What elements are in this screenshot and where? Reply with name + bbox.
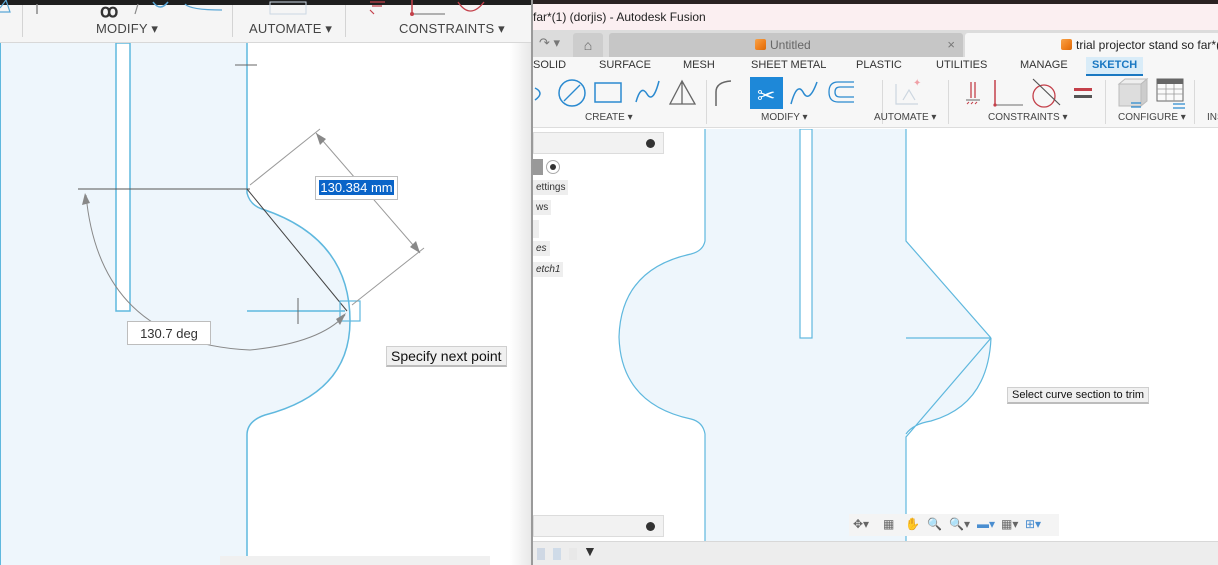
workspace-tabs: SOLID SURFACE MESH SHEET METAL PLASTIC U… bbox=[533, 57, 1218, 76]
zoom-window-icon[interactable]: 🔍 bbox=[927, 517, 942, 531]
browser-panel-header[interactable] bbox=[533, 132, 664, 154]
right-sketch-geometry bbox=[618, 129, 992, 541]
doc-tab-untitled[interactable]: Untitled × bbox=[609, 33, 963, 57]
constraints-menu[interactable]: CONSTRAINTS ▾ bbox=[399, 21, 505, 37]
design-cube-icon bbox=[1061, 39, 1072, 50]
browser-row-bodies[interactable]: es bbox=[533, 241, 550, 256]
toolbar-separator bbox=[948, 80, 949, 124]
browser-row-settings[interactable]: ettings bbox=[533, 180, 569, 195]
toolbar-separator bbox=[706, 80, 707, 124]
browser-row-origin[interactable] bbox=[533, 220, 539, 238]
specify-next-point-tooltip: Specify next point bbox=[386, 346, 507, 367]
equal-constraint-icon bbox=[1074, 88, 1092, 98]
tab-sketch[interactable]: SKETCH bbox=[1086, 57, 1144, 76]
navigation-bar: ✥▾ ▦ ✋ 🔍 🔍▾ ▬▾ ▦▾ ⊞▾ bbox=[849, 514, 1059, 536]
constraints-menu[interactable]: CONSTRAINTS ▾ bbox=[988, 112, 1067, 123]
tab-utilities[interactable]: UTILITIES bbox=[936, 59, 987, 71]
automate-icon: ✦ bbox=[895, 78, 921, 105]
create-menu[interactable]: CREATE ▾ bbox=[585, 112, 633, 123]
tab-surface[interactable]: SURFACE bbox=[599, 59, 651, 71]
toolbar-separator bbox=[1105, 80, 1106, 124]
home-icon: ⌂ bbox=[583, 37, 593, 53]
timeline-feature-icon[interactable] bbox=[569, 548, 577, 560]
document-tab-bar: ↷ ▾ ⌂ Untitled × trial projector stand s… bbox=[533, 30, 1218, 57]
timeline-feature-icon[interactable] bbox=[553, 548, 561, 560]
expand-icon[interactable] bbox=[646, 522, 655, 531]
tangent-constraint-icon bbox=[1032, 78, 1061, 108]
automate-menu[interactable]: AUTOMATE ▾ bbox=[874, 112, 936, 123]
mirror-icon bbox=[668, 79, 697, 105]
timeline-marker-icon[interactable]: ▼ bbox=[583, 543, 597, 559]
circle-icon bbox=[558, 79, 586, 107]
doc-tab-label: Untitled bbox=[770, 38, 811, 52]
window-title: far*(1) (dorjis) - Autodesk Fusion bbox=[533, 4, 1218, 30]
left-fusion-window: ꝏ MODIFY ▾ AUTOMATE ▾ CONSTRAINTS ▾ 130.… bbox=[0, 0, 531, 565]
look-at-icon[interactable]: ▦ bbox=[883, 517, 894, 531]
comments-panel-header[interactable] bbox=[533, 515, 664, 537]
browser-row-sketch1[interactable]: etch1 bbox=[533, 262, 564, 277]
browser-row-views[interactable]: ws bbox=[533, 200, 552, 215]
arc-icon bbox=[534, 87, 541, 101]
left-sketch-canvas[interactable]: 130.384 mm 130.7 deg Specify next point bbox=[0, 43, 531, 565]
browser-visibility-icon[interactable] bbox=[533, 159, 543, 175]
left-ribbon-partial-icons: ꝏ bbox=[0, 0, 485, 20]
length-dimension-value: 130.384 mm bbox=[319, 180, 394, 195]
timeline-feature-icon[interactable] bbox=[537, 548, 545, 560]
redo-icon[interactable]: ↷ ▾ bbox=[539, 35, 560, 51]
modify-menu[interactable]: MODIFY ▾ bbox=[96, 21, 158, 37]
tab-manage[interactable]: MANAGE bbox=[1020, 59, 1068, 71]
right-fusion-window: far*(1) (dorjis) - Autodesk Fusion ↷ ▾ ⌂… bbox=[531, 0, 1218, 565]
right-sketch-canvas[interactable]: ettings ws es etch1 Select curve section… bbox=[533, 129, 1218, 541]
left-sketch-geometry bbox=[0, 43, 425, 565]
pan-hand-icon[interactable]: ✋ bbox=[905, 517, 920, 531]
sketch-toolbar: ✂ ✦ CREATE ▾ MODIFY ▾ AUTOMATE ▾ CONSTRA… bbox=[533, 76, 1218, 128]
radio-icon[interactable] bbox=[546, 160, 560, 174]
angle-dimension-input[interactable]: 130.7 deg bbox=[127, 321, 211, 345]
display-settings-icon[interactable]: ▬▾ bbox=[977, 517, 995, 531]
doc-tab-trial-projector-stand[interactable]: trial projector stand so far*(1) bbox=[965, 33, 1218, 57]
home-tab[interactable]: ⌂ bbox=[573, 33, 603, 57]
trim-scissors-icon: ꝏ bbox=[100, 1, 118, 20]
tab-plastic[interactable]: PLASTIC bbox=[856, 59, 902, 71]
ribbon-separator bbox=[345, 5, 346, 37]
grid-settings-icon[interactable]: ▦▾ bbox=[1001, 517, 1018, 531]
sketch-slot bbox=[799, 129, 813, 339]
toolbar-separator bbox=[1194, 80, 1195, 124]
close-tab-icon[interactable]: × bbox=[947, 37, 955, 52]
window-shadow bbox=[510, 43, 531, 565]
length-dimension-input[interactable]: 130.384 mm bbox=[315, 176, 398, 200]
left-ribbon: ꝏ MODIFY ▾ AUTOMATE ▾ CONSTRAINTS ▾ bbox=[0, 0, 531, 43]
collapse-icon[interactable] bbox=[646, 139, 655, 148]
modify-menu[interactable]: MODIFY ▾ bbox=[761, 112, 808, 123]
rectangle-icon bbox=[594, 82, 622, 103]
orbit-icon[interactable]: ✥▾ bbox=[853, 517, 869, 531]
left-nav-bar-partial bbox=[220, 556, 490, 565]
tab-mesh[interactable]: MESH bbox=[683, 59, 715, 71]
svg-text:✦: ✦ bbox=[913, 78, 921, 89]
timeline-bar: ▼ bbox=[533, 541, 1218, 565]
perpendicular-constraint-icon bbox=[993, 80, 1023, 107]
ribbon-separator bbox=[22, 5, 23, 37]
ribbon-separator bbox=[232, 5, 233, 37]
spline-icon bbox=[635, 80, 660, 103]
automate-menu[interactable]: AUTOMATE ▾ bbox=[249, 21, 332, 37]
fillet-icon bbox=[715, 80, 732, 106]
zoom-icon[interactable]: 🔍▾ bbox=[949, 517, 970, 531]
toolbar-icons: ✂ ✦ bbox=[534, 77, 1185, 109]
doc-tab-label: trial projector stand so far*(1) bbox=[1076, 38, 1218, 52]
viewports-icon[interactable]: ⊞▾ bbox=[1025, 517, 1041, 531]
fix-constraint-icon bbox=[966, 82, 980, 105]
sketch-slot bbox=[115, 43, 131, 312]
offset-icon bbox=[828, 81, 854, 103]
extend-icon bbox=[790, 81, 818, 105]
configure-cube-icon bbox=[1117, 77, 1149, 108]
insert-menu[interactable]: INS bbox=[1207, 112, 1218, 123]
select-curve-tooltip: Select curve section to trim bbox=[1007, 387, 1150, 404]
configure-menu[interactable]: CONFIGURE ▾ bbox=[1118, 112, 1186, 123]
tab-solid[interactable]: SOLID bbox=[533, 59, 566, 71]
design-cube-icon bbox=[755, 39, 766, 50]
tab-sheet-metal[interactable]: SHEET METAL bbox=[751, 59, 826, 71]
configure-table-icon bbox=[1156, 78, 1185, 109]
